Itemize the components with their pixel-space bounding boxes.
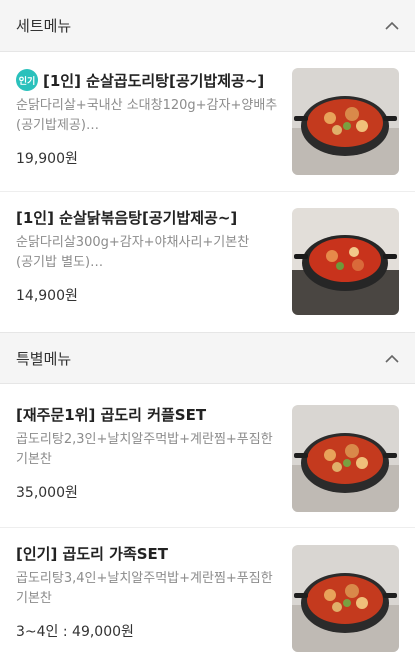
menu-item-description: 곱도리탕3,4인+날치알주먹밥+계란찜+푸짐한 기본찬 (16, 571, 273, 606)
chevron-up-icon[interactable] (385, 19, 399, 33)
menu-item-description: 곱도리탕2,3인+날치알주먹밥+계란찜+푸짐한 기본찬 (16, 432, 273, 467)
menu-item-description: 순닭다리살300g+감자+야채사리+기본찬(공기밥 별도)… (16, 235, 250, 270)
menu-item[interactable]: 인기 [1인] 순살곱도리탕[공기밥제공~] 순닭다리살+국내산 소대창120g… (0, 52, 415, 192)
menu-item-name: [1인] 순살곱도리탕[공기밥제공~] (43, 71, 265, 90)
section-title: 세트메뉴 (16, 17, 72, 35)
menu-item-price: 14,900원 (16, 288, 78, 304)
menu-item-description: 순닭다리살+국내산 소대창120g+감자+양배추(공기밥제공)… (16, 98, 278, 133)
section-title: 특별메뉴 (16, 349, 72, 368)
menu-item-name: [인기] 곱도리 가족SET (16, 545, 169, 563)
section-header-set-menu[interactable]: 세트메뉴 (0, 0, 415, 52)
menu-item-price: 3~4인 : 49,000원 (16, 624, 134, 640)
menu-item[interactable]: [인기] 곱도리 가족SET 곱도리탕3,4인+날치알주먹밥+계란찜+푸짐한 기… (0, 528, 415, 656)
menu-item-photo (292, 545, 399, 652)
menu-item-photo (292, 405, 399, 512)
menu-item-name: [1인] 순살닭볶음탕[공기밥제공~] (16, 209, 238, 227)
menu-item[interactable]: [재주문1위] 곱도리 커플SET 곱도리탕2,3인+날치알주먹밥+계란찜+푸짐… (0, 388, 415, 528)
chevron-up-icon[interactable] (385, 351, 399, 365)
menu-item-name: [재주문1위] 곱도리 커플SET (16, 406, 207, 424)
popular-badge: 인기 (16, 69, 38, 91)
menu-item-photo (292, 208, 399, 315)
menu-item-price: 35,000원 (16, 485, 78, 501)
menu-item-photo (292, 68, 399, 175)
menu-item[interactable]: [1인] 순살닭볶음탕[공기밥제공~] 순닭다리살300g+감자+야채사리+기본… (0, 192, 415, 332)
section-header-special-menu[interactable]: 특별메뉴 (0, 332, 415, 384)
menu-item-price: 19,900원 (16, 151, 78, 167)
